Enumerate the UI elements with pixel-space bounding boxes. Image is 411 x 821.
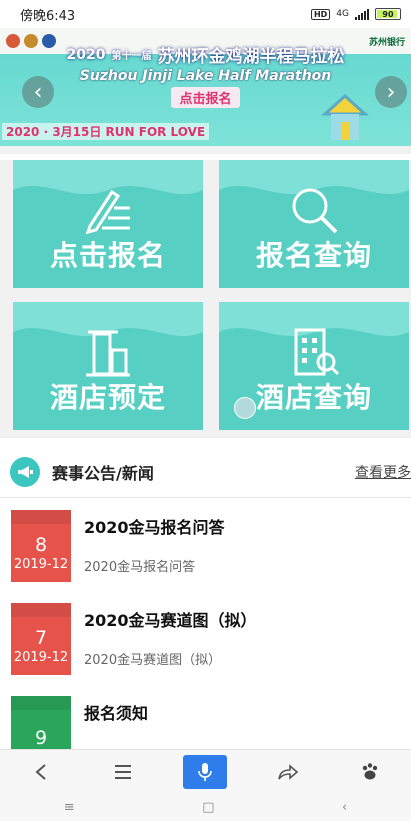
news-section-header: 赛事公告/新闻 查看更多 (0, 446, 411, 498)
banner-year: 2020 (66, 46, 106, 63)
browser-toolbar (0, 749, 411, 793)
banner-edition: 第十一届 (111, 51, 152, 62)
news-day: 9 (34, 727, 48, 749)
news-year-month: 2019-12 (13, 649, 69, 665)
quick-actions: 点击报名 报名查询 酒店预定 酒店查询 (0, 160, 411, 438)
banner-title: 苏州环金鸡湖半程马拉松 (157, 47, 345, 67)
menu-icon[interactable] (101, 755, 145, 789)
news-summary: 2020金马赛道图（拟） (84, 653, 222, 668)
news-item[interactable]: 8 2019-12 2020金马报名问答 2020金马报名问答 (0, 498, 411, 591)
event-banner[interactable]: 苏州银行 2020 第十一届 苏州环金鸡湖半程马拉松 Suzhou Jinji … (0, 28, 411, 146)
microphone-icon[interactable] (183, 754, 228, 789)
tile-hotel-booking[interactable]: 酒店预定 (13, 302, 203, 430)
share-icon[interactable] (266, 755, 310, 789)
pen-icon (85, 189, 130, 235)
tile-label: 报名查询 (255, 239, 372, 272)
tile-label: 酒店预定 (49, 381, 166, 414)
banner-subtitle: Suzhou Jinji Lake Half Marathon (79, 68, 332, 84)
calendar-icon: 8 2019-12 (11, 507, 71, 582)
house-icon (321, 93, 369, 140)
news-section-title: 赛事公告/新闻 (52, 463, 154, 483)
banner-prev-button[interactable]: ‹ (22, 76, 54, 108)
news-list: 8 2019-12 2020金马报名问答 2020金马报名问答 7 2019-1… (0, 498, 411, 749)
recent-apps-icon[interactable]: ≡ (64, 800, 75, 815)
banner-date: 2020 · 3月15日 RUN FOR LOVE (2, 123, 210, 140)
back-icon[interactable] (19, 755, 63, 789)
news-title: 报名须知 (84, 704, 149, 723)
banner-register-button[interactable]: 点击报名 (171, 87, 240, 108)
view-more-link[interactable]: 查看更多 (355, 462, 411, 482)
news-item[interactable]: 9 报名须知 (0, 684, 411, 749)
floating-assistant-button[interactable] (234, 397, 256, 419)
calendar-icon: 9 (11, 693, 71, 749)
magnifier-icon (292, 188, 338, 234)
news-summary: 2020金马报名问答 (84, 560, 196, 575)
news-day: 7 (34, 626, 48, 649)
news-title: 2020金马赛道图（拟） (84, 611, 257, 630)
tile-registration-query[interactable]: 报名查询 (219, 160, 409, 288)
news-year-month: 2019-12 (13, 556, 69, 572)
news-day: 8 (34, 533, 48, 556)
tile-register[interactable]: 点击报名 (13, 160, 203, 288)
banner-next-button[interactable]: › (375, 76, 407, 108)
tile-label: 酒店查询 (255, 381, 372, 414)
news-item[interactable]: 7 2019-12 2020金马赛道图（拟） 2020金马赛道图（拟） (0, 591, 411, 684)
nav-back-icon[interactable]: ‹ (342, 800, 347, 815)
tile-label: 点击报名 (49, 239, 166, 272)
system-nav-bar: ≡ □ ‹ (0, 793, 411, 821)
home-icon[interactable]: □ (202, 800, 214, 815)
baidu-paw-icon[interactable] (348, 755, 392, 789)
news-title: 2020金马报名问答 (84, 518, 225, 537)
door-icon (86, 330, 130, 377)
building-icon (294, 328, 340, 376)
megaphone-icon (10, 456, 40, 487)
calendar-icon: 7 2019-12 (11, 600, 71, 675)
